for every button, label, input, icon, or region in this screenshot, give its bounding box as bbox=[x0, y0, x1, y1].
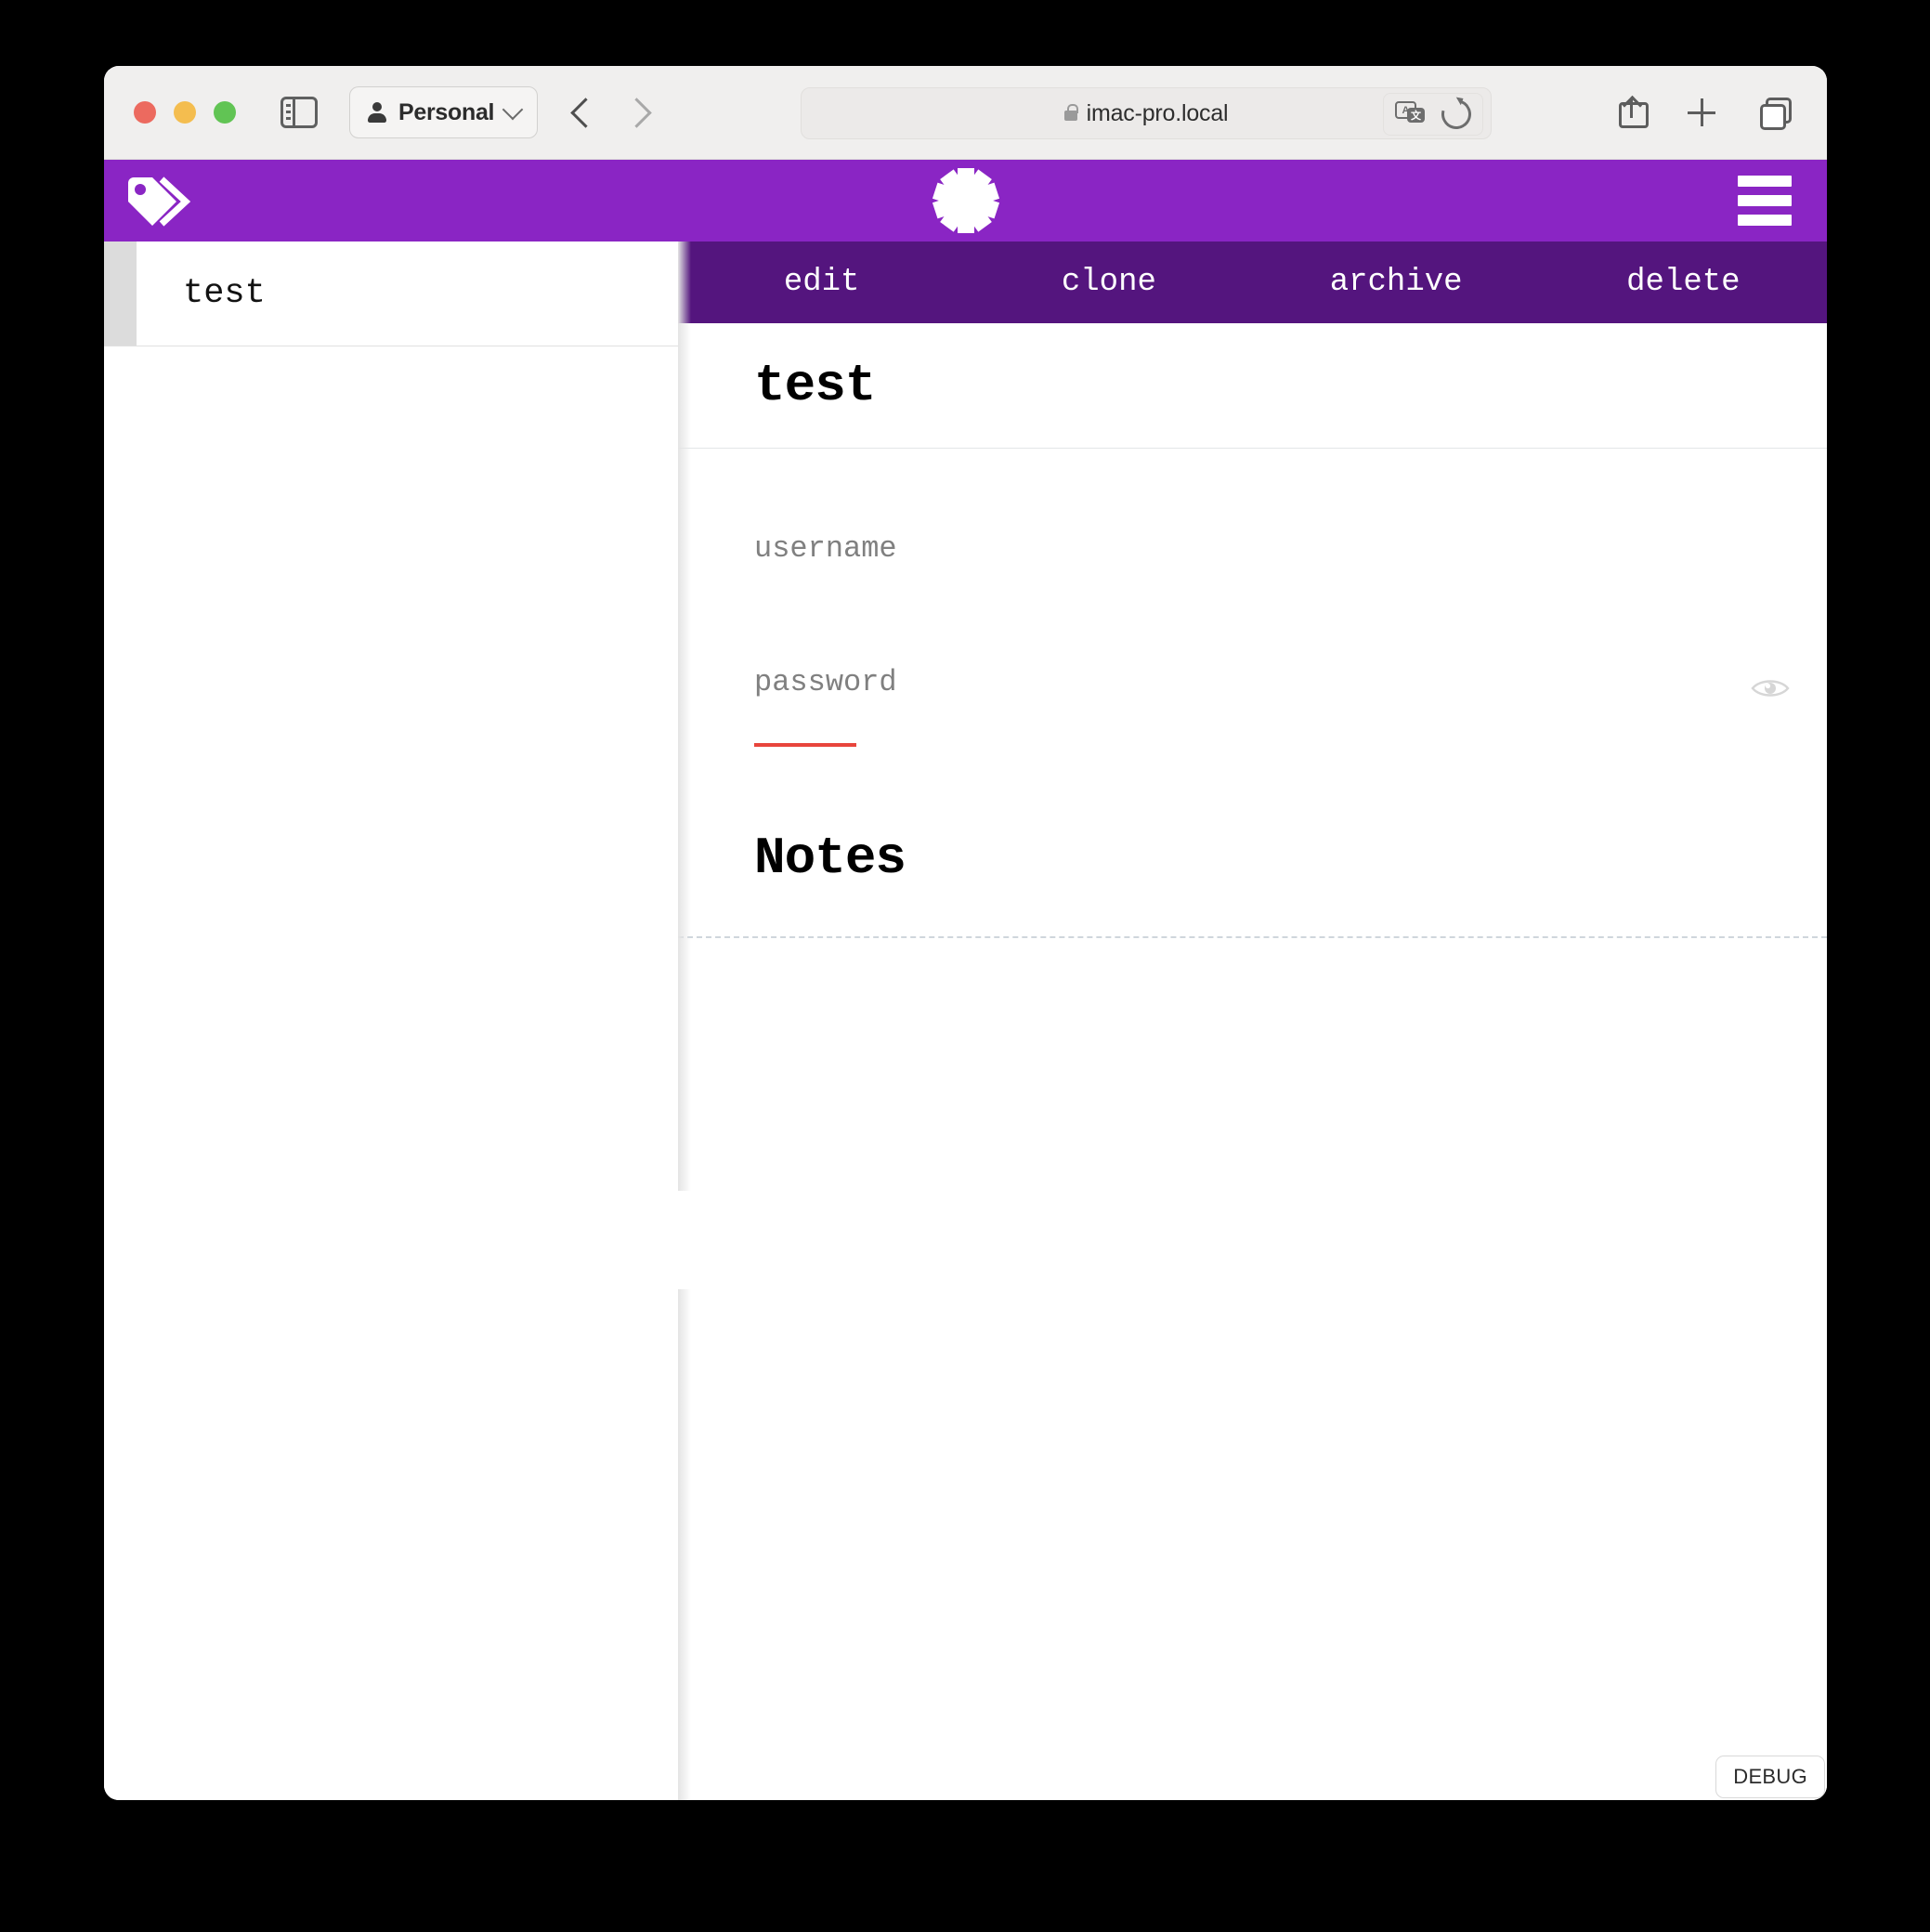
profile-label: Personal bbox=[398, 98, 495, 125]
list-item[interactable]: test bbox=[137, 242, 678, 346]
profile-selector[interactable]: Personal bbox=[349, 86, 539, 138]
detail-pane-edge-shadow bbox=[678, 1289, 691, 1800]
tab-overview-front bbox=[1760, 104, 1786, 130]
asterisk-icon bbox=[932, 166, 1000, 235]
tab-overview-button[interactable] bbox=[1760, 98, 1792, 130]
sidebar-toggle-line bbox=[286, 117, 291, 120]
address-bar-actions: A 文 bbox=[1383, 93, 1483, 136]
reload-icon[interactable] bbox=[1436, 94, 1477, 135]
new-tab-button[interactable] bbox=[1688, 98, 1715, 126]
hamburger-line bbox=[1738, 176, 1792, 187]
person-icon bbox=[367, 102, 387, 123]
forward-arrow-icon[interactable] bbox=[621, 97, 652, 128]
entry-detail-pane: edit clone archive delete test username … bbox=[678, 242, 1827, 1800]
tags-icon[interactable] bbox=[124, 174, 191, 228]
browser-toolbar: Personal imac-pro.local A 文 bbox=[104, 66, 1827, 160]
lock-icon bbox=[1063, 103, 1078, 121]
sidebar-toggle-divider bbox=[293, 99, 295, 125]
minimize-window-button[interactable] bbox=[174, 101, 196, 124]
password-strength-indicator bbox=[754, 743, 856, 747]
window-traffic-lights bbox=[134, 101, 236, 124]
navigation-arrows bbox=[570, 97, 652, 128]
app-body: test edit clone archive delete test user… bbox=[104, 242, 1827, 1800]
app-header bbox=[104, 160, 1827, 242]
page-title: test bbox=[754, 356, 876, 415]
share-icon[interactable] bbox=[1619, 95, 1649, 128]
back-arrow-icon[interactable] bbox=[570, 97, 601, 128]
hamburger-menu-icon[interactable] bbox=[1738, 176, 1792, 226]
list-item-label: test bbox=[183, 274, 266, 313]
sidebar-toggle-line bbox=[286, 104, 291, 107]
notes-divider bbox=[678, 936, 1827, 938]
notes-heading: Notes bbox=[754, 829, 906, 888]
maximize-window-button[interactable] bbox=[214, 101, 236, 124]
hamburger-line bbox=[1738, 215, 1792, 226]
eye-icon[interactable] bbox=[1751, 676, 1790, 700]
username-field[interactable]: username bbox=[754, 531, 897, 566]
sidebar-toggle-icon[interactable] bbox=[280, 97, 318, 128]
edit-button[interactable]: edit bbox=[678, 265, 965, 300]
translate-bubble-b: 文 bbox=[1407, 108, 1425, 123]
hamburger-line bbox=[1738, 195, 1792, 206]
url-text: imac-pro.local bbox=[1086, 99, 1229, 126]
translate-icon[interactable]: A 文 bbox=[1395, 100, 1427, 128]
chevron-down-icon bbox=[502, 98, 524, 121]
entry-title-block: test bbox=[678, 323, 1827, 449]
app-viewport: test edit clone archive delete test user… bbox=[104, 160, 1827, 1800]
browser-toolbar-right bbox=[1619, 95, 1792, 130]
list-scrollbar[interactable] bbox=[104, 242, 137, 346]
address-bar[interactable]: imac-pro.local A 文 bbox=[801, 87, 1492, 139]
close-window-button[interactable] bbox=[134, 101, 156, 124]
debug-badge[interactable]: DEBUG bbox=[1715, 1756, 1825, 1798]
entries-list-pane: test bbox=[104, 242, 678, 1800]
clone-button[interactable]: clone bbox=[965, 265, 1252, 300]
password-field[interactable]: password bbox=[754, 665, 897, 699]
browser-window: Personal imac-pro.local A 文 test edit cl… bbox=[104, 66, 1827, 1800]
entry-action-bar: edit clone archive delete bbox=[678, 242, 1827, 323]
sidebar-toggle-line bbox=[286, 111, 291, 113]
detail-pane-edge-shadow bbox=[678, 242, 691, 1191]
archive-button[interactable]: archive bbox=[1253, 265, 1540, 300]
delete-button[interactable]: delete bbox=[1540, 265, 1827, 300]
